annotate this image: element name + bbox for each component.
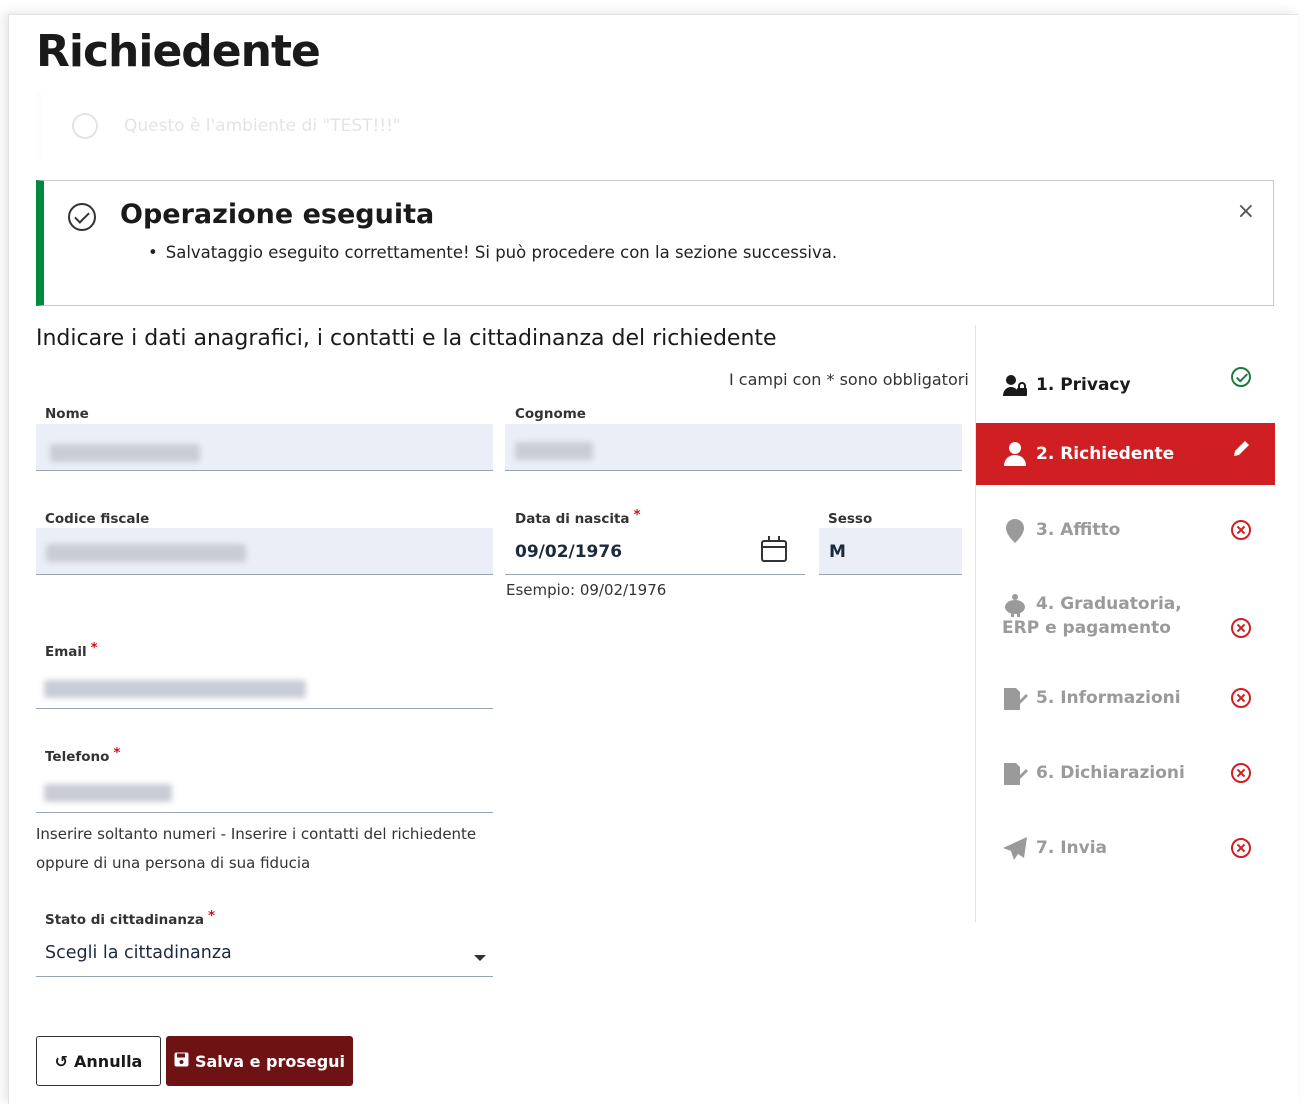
alert-title: Operazione eseguita <box>120 199 435 230</box>
email-label-text: Email <box>45 644 87 660</box>
step-affitto[interactable]: 3. Affitto <box>976 518 1275 544</box>
step-informazioni[interactable]: 5. Informazioni <box>976 686 1275 712</box>
success-alert: Operazione eseguita Salvataggio eseguito… <box>36 180 1274 306</box>
close-icon[interactable]: × <box>1237 199 1255 224</box>
email-label: Email * <box>45 640 98 660</box>
data-nascita-value: 09/02/1976 <box>515 542 623 562</box>
sesso-input[interactable]: M <box>819 528 962 575</box>
telefono-hint-line-1: Inserire soltanto numeri - Inserire i co… <box>36 825 477 843</box>
calendar-icon[interactable] <box>761 536 787 562</box>
x-circle-icon <box>1231 688 1251 708</box>
page-title: Richiedente <box>36 26 321 77</box>
required-marker: * <box>207 908 216 924</box>
paper-plane-icon <box>1002 836 1028 862</box>
salva-button-label: Salva e prosegui <box>194 1051 346 1071</box>
nome-label: Nome <box>45 406 89 422</box>
telefono-hint-line-2: oppure di una persona di sua fiducia <box>36 854 311 872</box>
required-marker: * <box>90 640 98 656</box>
nome-input[interactable] <box>36 424 493 471</box>
codice-fiscale-input[interactable] <box>36 528 493 575</box>
step-label: 5. Informazioni <box>1036 688 1181 708</box>
user-icon <box>1002 441 1028 467</box>
data-nascita-hint: Esempio: 09/02/1976 <box>506 581 667 599</box>
environment-notice-text: Questo è l'ambiente di "TEST!!!" <box>124 116 401 136</box>
step-label: 6. Dichiarazioni <box>1036 763 1185 783</box>
salva-e-prosegui-button[interactable]: Salva e prosegui <box>166 1036 353 1086</box>
environment-notice: Questo è l'ambiente di "TEST!!!" <box>36 92 1286 160</box>
data-nascita-label: Data di nascita * <box>515 507 641 527</box>
cittadinanza-label: Stato di cittadinanza * <box>45 908 215 928</box>
cognome-label: Cognome <box>515 406 586 422</box>
required-note: I campi con * sono obbligatori <box>729 370 969 389</box>
x-circle-icon <box>1231 618 1251 638</box>
codice-fiscale-label: Codice fiscale <box>45 511 150 527</box>
data-nascita-label-text: Data di nascita <box>515 511 630 527</box>
step-label: 4. Graduatoria, ERP e pagamento <box>1002 594 1182 638</box>
required-marker: * <box>633 507 641 523</box>
cognome-input[interactable] <box>505 424 962 471</box>
data-nascita-input[interactable]: 09/02/1976 <box>505 528 805 575</box>
step-invia[interactable]: 7. Invia <box>976 836 1275 862</box>
x-circle-icon <box>1231 763 1251 783</box>
step-label: 1. Privacy <box>1036 375 1131 395</box>
annulla-button-label: Annulla <box>74 1051 143 1071</box>
redacted-value <box>44 784 172 802</box>
sesso-label: Sesso <box>828 511 873 527</box>
step-dichiarazioni[interactable]: 6. Dichiarazioni <box>976 761 1275 787</box>
info-icon <box>72 113 98 139</box>
x-circle-icon <box>1231 520 1251 540</box>
step-privacy[interactable]: 1. Privacy <box>976 367 1275 399</box>
piggy-bank-icon <box>1002 592 1028 618</box>
map-marker-icon <box>1002 518 1028 544</box>
cittadinanza-selected-value: Scegli la cittadinanza <box>45 943 232 963</box>
telefono-label-text: Telefono <box>45 749 110 765</box>
step-label: 3. Affitto <box>1036 520 1121 540</box>
redacted-value <box>46 544 246 562</box>
telefono-hint: Inserire soltanto numeri - Inserire i co… <box>36 820 476 878</box>
file-signature-icon <box>1002 761 1028 787</box>
check-circle-icon <box>1231 367 1251 387</box>
step-richiedente[interactable]: 2. Richiedente <box>976 423 1275 485</box>
chevron-down-icon[interactable] <box>474 955 486 961</box>
telefono-label: Telefono * <box>45 745 120 765</box>
alert-message: Salvataggio eseguito correttamente! Si p… <box>148 243 837 262</box>
alert-message-list: Salvataggio eseguito correttamente! Si p… <box>148 243 837 262</box>
form-intro: Indicare i dati anagrafici, i contatti e… <box>36 326 777 351</box>
pencil-icon <box>1231 439 1251 459</box>
redacted-value <box>515 442 593 460</box>
file-signature-icon <box>1002 686 1028 712</box>
required-marker: * <box>113 745 121 761</box>
save-icon <box>174 1052 189 1071</box>
x-circle-icon <box>1231 838 1251 858</box>
cittadinanza-label-text: Stato di cittadinanza <box>45 912 204 928</box>
user-lock-icon <box>1002 373 1028 399</box>
step-label: 7. Invia <box>1036 838 1108 858</box>
annulla-button[interactable]: ↺ Annulla <box>36 1036 161 1086</box>
email-input[interactable] <box>36 662 493 709</box>
check-circle-icon <box>68 203 96 231</box>
redacted-value <box>50 444 200 462</box>
sesso-value: M <box>829 542 846 562</box>
redacted-value <box>44 680 306 698</box>
step-label: 2. Richiedente <box>1036 444 1175 464</box>
telefono-input[interactable] <box>36 766 493 813</box>
step-graduatoria[interactable]: 4. Graduatoria, ERP e pagamento <box>976 592 1275 640</box>
undo-icon: ↺ <box>54 1051 69 1071</box>
